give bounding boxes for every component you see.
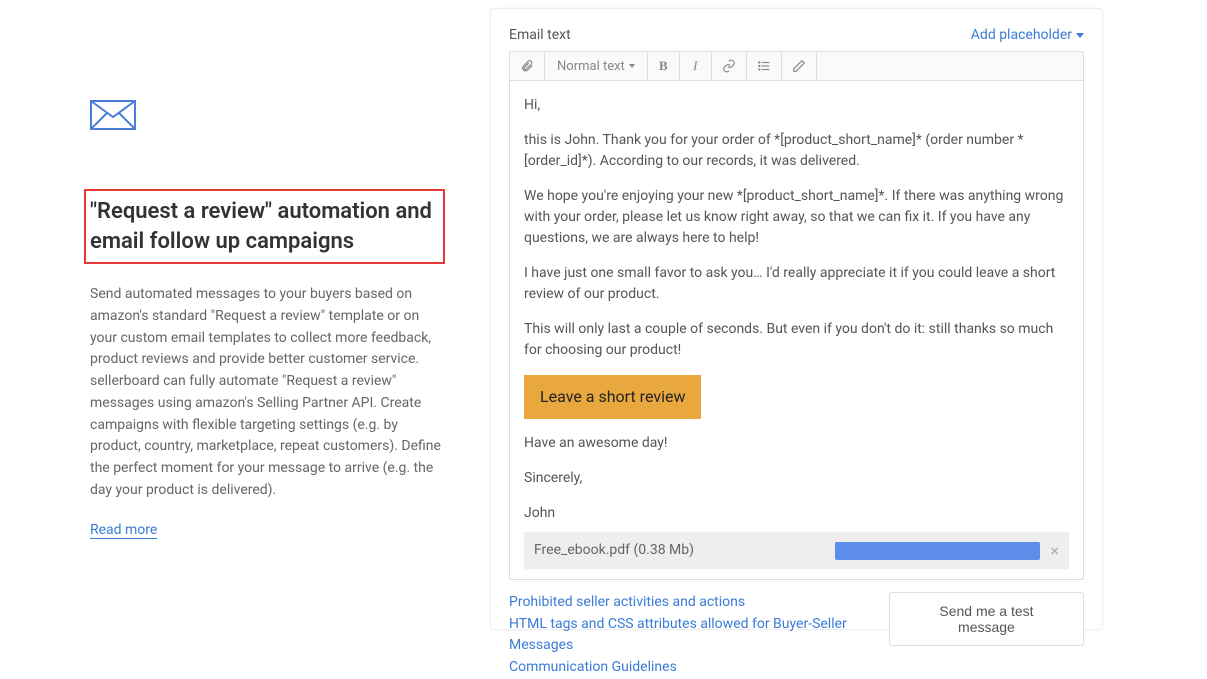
email-paragraph: I have just one small favor to ask you… …	[524, 263, 1069, 305]
email-text-label: Email text	[509, 27, 571, 43]
editor-header: Email text Add placeholder	[509, 27, 1084, 43]
html-tags-link[interactable]: HTML tags and CSS attributes allowed for…	[509, 614, 889, 657]
email-paragraph: Sincerely,	[524, 468, 1069, 489]
email-paragraph: Hi,	[524, 95, 1069, 116]
prohibited-activities-link[interactable]: Prohibited seller activities and actions	[509, 592, 889, 614]
page-heading: "Request a review" automation and email …	[84, 189, 445, 264]
send-test-message-button[interactable]: Send me a test message	[889, 592, 1084, 646]
leave-review-button[interactable]: Leave a short review	[524, 375, 701, 419]
add-placeholder-label: Add placeholder	[971, 27, 1072, 43]
page-description: Send automated messages to your buyers b…	[90, 284, 445, 501]
list-button[interactable]	[747, 52, 782, 80]
caret-down-icon	[1076, 33, 1084, 38]
communication-guidelines-link[interactable]: Communication Guidelines	[509, 657, 889, 679]
italic-button[interactable]: I	[680, 52, 712, 80]
text-style-dropdown[interactable]: Normal text	[545, 52, 648, 80]
chevron-down-icon	[629, 64, 635, 68]
footer-links: Prohibited seller activities and actions…	[509, 592, 889, 679]
editor-toolbar: Normal text B I	[510, 52, 1083, 81]
attach-button[interactable]	[510, 52, 545, 80]
upload-progress-bar	[835, 542, 1040, 560]
remove-attachment-button[interactable]: ×	[1050, 543, 1059, 559]
email-paragraph: John	[524, 503, 1069, 524]
edit-button[interactable]	[782, 52, 817, 80]
email-paragraph: This will only last a couple of seconds.…	[524, 319, 1069, 361]
email-body-editor[interactable]: Hi, this is John. Thank you for your ord…	[510, 81, 1083, 579]
mail-icon	[90, 100, 445, 134]
left-panel: "Request a review" automation and email …	[0, 0, 490, 648]
link-button[interactable]	[712, 52, 747, 80]
email-paragraph: We hope you're enjoying your new *[produ…	[524, 186, 1069, 249]
add-placeholder-dropdown[interactable]: Add placeholder	[971, 27, 1084, 43]
email-paragraph: Have an awesome day!	[524, 433, 1069, 454]
editor-wrapper: Normal text B I	[509, 51, 1084, 580]
email-paragraph: this is John. Thank you for your order o…	[524, 130, 1069, 172]
attachment-name: Free_ebook.pdf (0.38 Mb)	[534, 540, 825, 561]
bold-button[interactable]: B	[648, 52, 680, 80]
email-editor-panel: Email text Add placeholder Normal text B…	[490, 8, 1103, 630]
text-style-label: Normal text	[557, 59, 625, 74]
read-more-link[interactable]: Read more	[90, 522, 157, 539]
attachment-bar: Free_ebook.pdf (0.38 Mb) ×	[524, 532, 1069, 569]
footer-section: Prohibited seller activities and actions…	[509, 592, 1084, 679]
